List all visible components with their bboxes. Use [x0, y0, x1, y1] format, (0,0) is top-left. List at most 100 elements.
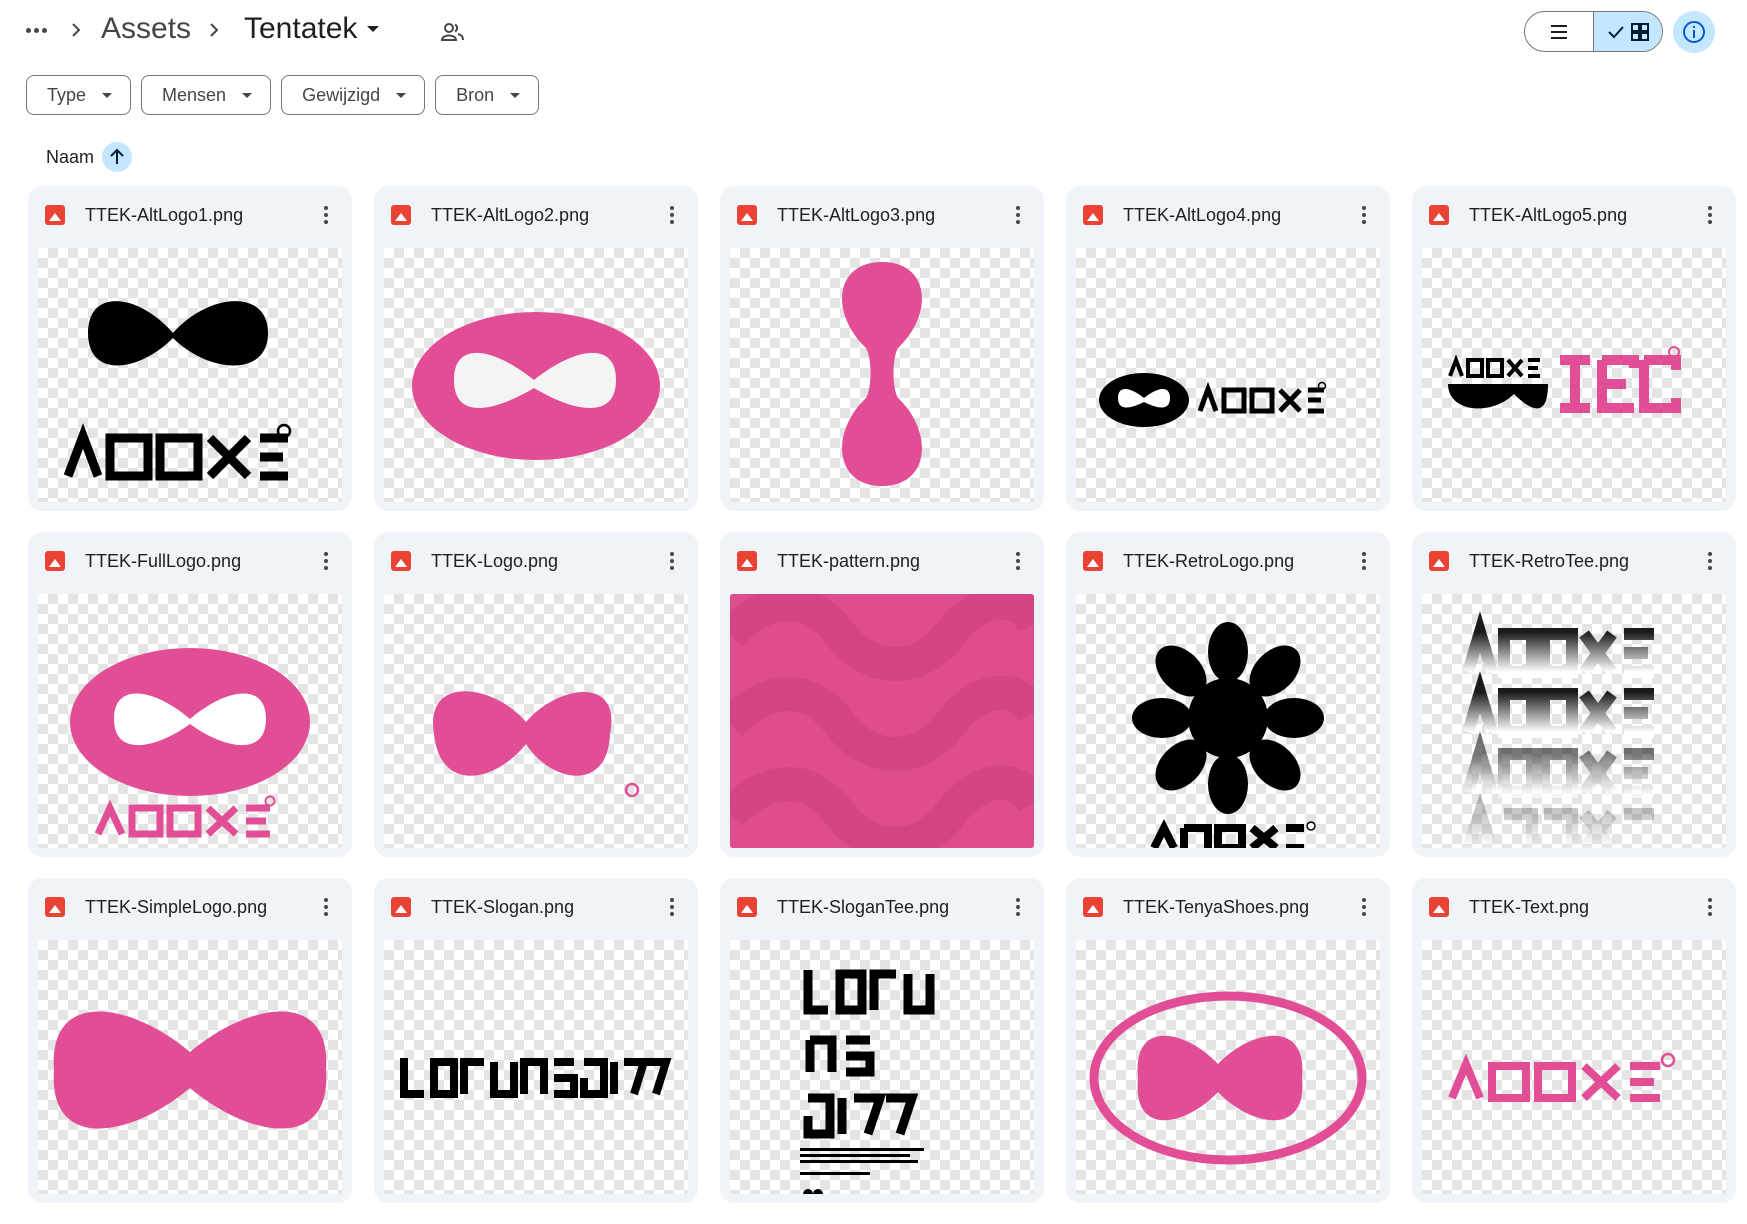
filter-label: Type	[47, 84, 87, 105]
more-vert-icon[interactable]	[314, 203, 338, 227]
more-vert-icon[interactable]	[1352, 549, 1376, 573]
file-thumbnail	[1076, 940, 1380, 1194]
logo-preview	[1132, 622, 1324, 848]
filter-people[interactable]: Mensen	[141, 75, 272, 115]
caret-down-icon	[367, 26, 380, 32]
logo-preview	[1089, 991, 1367, 1165]
file-card-header: TTEK-AltLogo3.png	[720, 186, 1044, 244]
file-card-header: TTEK-Slogan.png	[374, 878, 698, 936]
image-file-icon	[1429, 897, 1449, 917]
more-vert-icon[interactable]	[1006, 895, 1030, 919]
file-card[interactable]: TTEK-TenyaShoes.png	[1066, 878, 1390, 1203]
file-card[interactable]: TTEK-AltLogo2.png	[374, 186, 698, 511]
file-card[interactable]: TTEK-RetroTee.png	[1412, 532, 1736, 857]
filter-source[interactable]: Bron	[435, 75, 540, 115]
tee-preview	[1462, 611, 1654, 848]
logo-preview	[842, 262, 922, 486]
file-card-header: TTEK-RetroTee.png	[1412, 532, 1736, 590]
filter-bar: Type Mensen Gewijzigd Bron	[26, 75, 540, 115]
file-card[interactable]: TTEK-SimpleLogo.png	[28, 878, 352, 1203]
logo-preview	[1448, 1052, 1676, 1102]
file-name: TTEK-pattern.png	[777, 550, 921, 571]
file-card[interactable]: TTEK-AltLogo3.png	[720, 186, 1044, 511]
file-name: TTEK-AltLogo5.png	[1469, 204, 1628, 225]
file-card[interactable]: TTEK-AltLogo1.png	[28, 186, 352, 511]
file-card[interactable]: TTEK-pattern.png	[720, 532, 1044, 857]
file-thumbnail	[730, 594, 1034, 848]
more-vert-icon[interactable]	[314, 895, 338, 919]
image-file-icon	[1083, 205, 1103, 225]
caret-down-icon	[396, 92, 407, 98]
file-card-header: TTEK-SimpleLogo.png	[28, 878, 352, 936]
check-icon	[1608, 25, 1624, 38]
file-card[interactable]: TTEK-AltLogo5.png	[1412, 186, 1736, 511]
more-vert-icon[interactable]	[1006, 549, 1030, 573]
file-thumbnail	[1076, 248, 1380, 502]
file-thumbnail	[38, 594, 342, 848]
file-name: TTEK-RetroLogo.png	[1123, 550, 1295, 571]
image-file-icon	[1083, 897, 1103, 917]
filter-modified[interactable]: Gewijzigd	[281, 75, 426, 115]
filter-label: Bron	[456, 84, 495, 105]
file-card-header: TTEK-Text.png	[1412, 878, 1736, 936]
top-bar: Assets Tentatek	[0, 0, 1747, 64]
file-thumbnail	[38, 248, 342, 502]
more-vert-icon[interactable]	[1698, 203, 1722, 227]
more-vert-icon[interactable]	[1352, 895, 1376, 919]
current-folder[interactable]: Tentatek	[244, 12, 380, 46]
list-view-button[interactable]	[1525, 12, 1593, 51]
more-horiz-icon[interactable]	[22, 18, 50, 42]
info-icon	[1683, 21, 1705, 43]
file-card[interactable]: TTEK-SloganTee.png	[720, 878, 1044, 1203]
file-thumbnail	[384, 594, 688, 848]
image-file-icon	[737, 897, 757, 917]
file-name: TTEK-RetroTee.png	[1469, 550, 1630, 571]
chevron-right-icon	[210, 23, 219, 37]
filter-type[interactable]: Type	[26, 75, 132, 115]
logo-preview	[70, 648, 310, 838]
file-thumbnail	[38, 940, 342, 1194]
file-name: TTEK-Logo.png	[431, 550, 559, 571]
file-card[interactable]: TTEK-FullLogo.png	[28, 532, 352, 857]
more-vert-icon[interactable]	[1006, 203, 1030, 227]
more-vert-icon[interactable]	[1352, 203, 1376, 227]
filter-label: Mensen	[162, 84, 227, 105]
sort-label[interactable]: Naam	[46, 147, 94, 168]
more-vert-icon[interactable]	[660, 895, 684, 919]
logo-preview	[63, 301, 292, 481]
image-file-icon	[45, 205, 65, 225]
caret-down-icon	[242, 92, 253, 98]
sort-direction-button[interactable]	[102, 142, 133, 172]
more-vert-icon[interactable]	[1698, 895, 1722, 919]
file-thumbnail	[730, 940, 1034, 1194]
current-folder-label: Tentatek	[244, 12, 358, 45]
file-thumbnail	[384, 248, 688, 502]
image-file-icon	[391, 205, 411, 225]
file-card[interactable]: TTEK-RetroLogo.png	[1066, 532, 1390, 857]
more-vert-icon[interactable]	[314, 549, 338, 573]
file-card[interactable]: TTEK-AltLogo4.png	[1066, 186, 1390, 511]
people-icon[interactable]	[440, 20, 466, 44]
file-card-header: TTEK-Logo.png	[374, 532, 698, 590]
file-card[interactable]: TTEK-Text.png	[1412, 878, 1736, 1203]
more-vert-icon[interactable]	[660, 549, 684, 573]
logo-preview	[53, 1011, 327, 1129]
file-thumbnail	[1076, 594, 1380, 848]
grid-view-button[interactable]	[1593, 12, 1662, 51]
more-vert-icon[interactable]	[1698, 549, 1722, 573]
arrow-up-icon	[110, 148, 124, 164]
file-name: TTEK-AltLogo4.png	[1123, 204, 1282, 225]
file-card[interactable]: TTEK-Slogan.png	[374, 878, 698, 1203]
image-file-icon	[737, 205, 757, 225]
file-card-header: TTEK-FullLogo.png	[28, 532, 352, 590]
logo-preview	[433, 691, 640, 798]
file-card[interactable]: TTEK-Logo.png	[374, 532, 698, 857]
image-file-icon	[391, 897, 411, 917]
more-vert-icon[interactable]	[660, 203, 684, 227]
file-card-header: TTEK-AltLogo1.png	[28, 186, 352, 244]
image-file-icon	[45, 551, 65, 571]
info-button[interactable]	[1673, 11, 1715, 53]
file-grid: TTEK-AltLogo1.png TTEK-AltLogo2.png TTEK…	[28, 186, 1736, 1203]
caret-down-icon	[102, 92, 113, 98]
breadcrumb-item[interactable]: Assets	[101, 12, 191, 46]
